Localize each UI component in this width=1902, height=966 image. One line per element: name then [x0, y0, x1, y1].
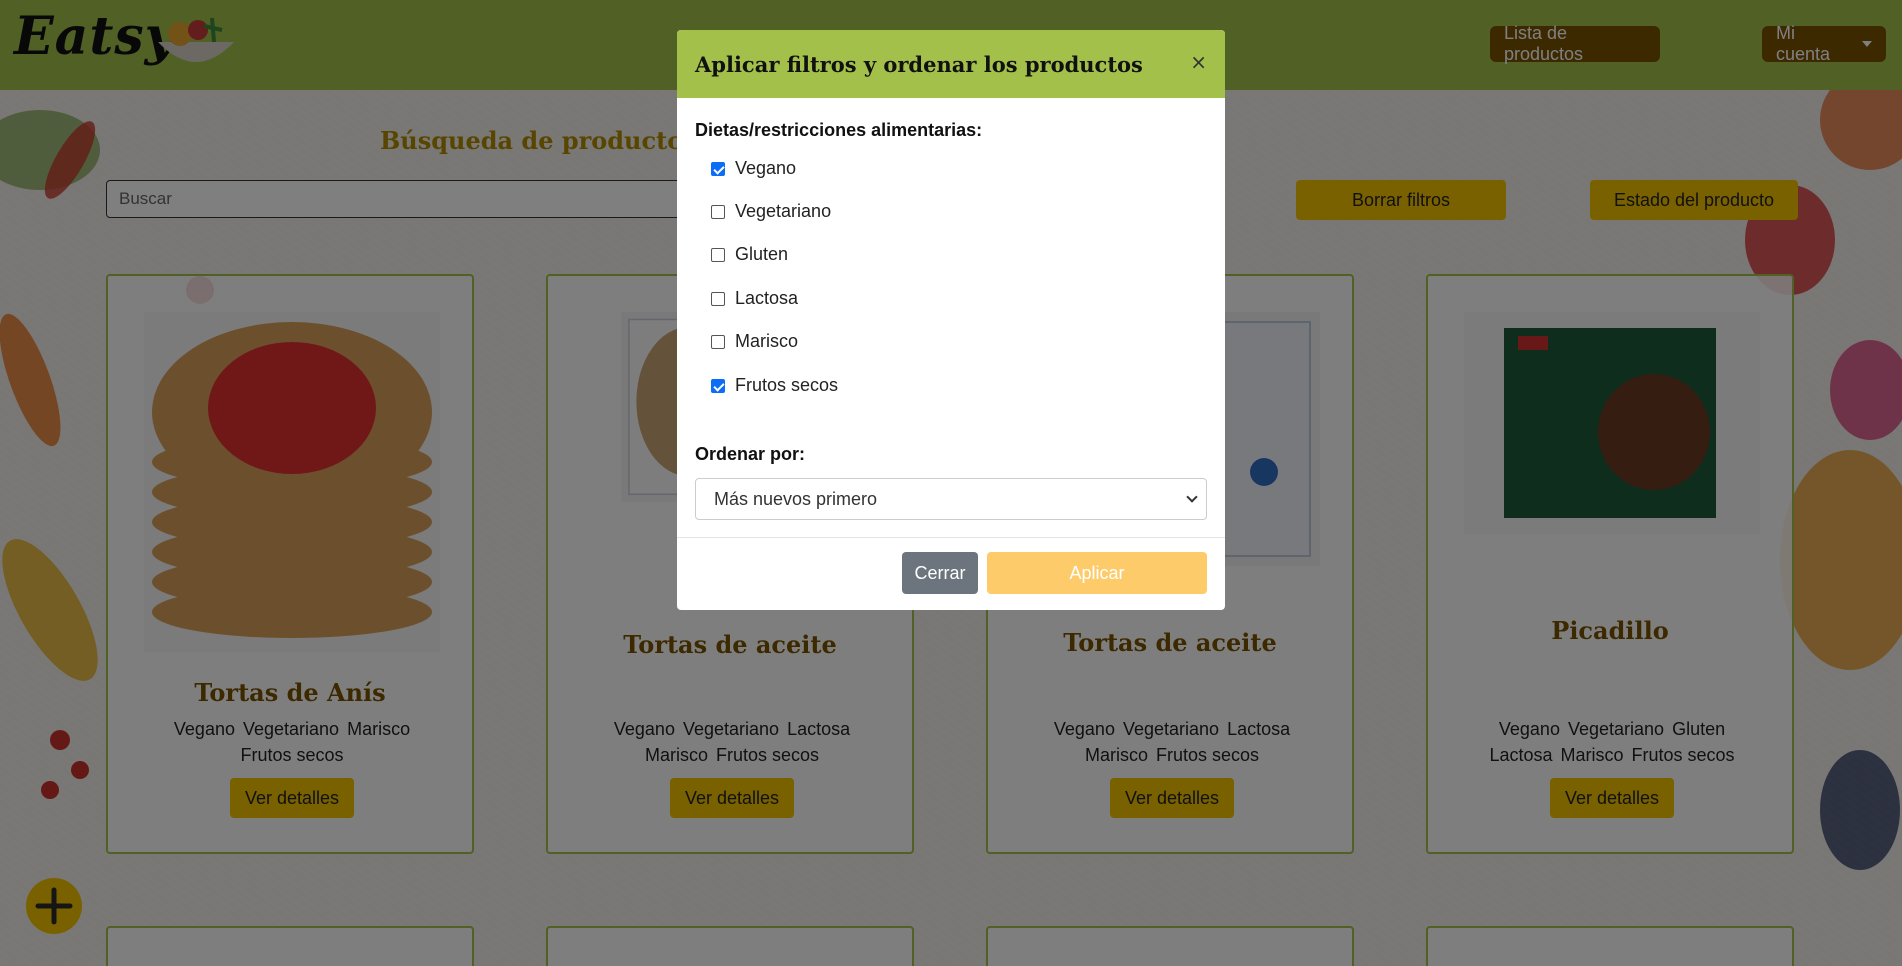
diet-option-lactosa[interactable]: Lactosa: [711, 288, 798, 309]
chevron-down-icon: [1186, 491, 1198, 503]
diet-option-gluten[interactable]: Gluten: [711, 244, 788, 265]
diet-option-label: Vegano: [735, 158, 797, 178]
diets-label: Dietas/restricciones alimentarias:: [695, 120, 983, 140]
divider: [677, 537, 1225, 538]
diet-option-frutos-secos[interactable]: Frutos secos: [711, 375, 838, 396]
filter-modal: Aplicar filtros y ordenar los productos …: [677, 30, 1225, 610]
order-select[interactable]: Más nuevos primero: [695, 478, 1207, 520]
diet-option-vegetariano[interactable]: Vegetariano: [711, 201, 831, 222]
order-label: Ordenar por:: [695, 444, 806, 464]
close-icon[interactable]: ×: [1190, 52, 1207, 72]
diet-option-label: Vegetariano: [735, 201, 832, 221]
checkbox[interactable]: [711, 334, 725, 349]
close-button[interactable]: Cerrar: [902, 552, 978, 594]
diet-option-label: Frutos secos: [735, 375, 839, 395]
checkbox[interactable]: [711, 204, 725, 219]
checkbox[interactable]: [711, 247, 725, 262]
diet-option-label: Gluten: [735, 244, 789, 264]
diet-option-label: Marisco: [735, 331, 799, 351]
checkbox[interactable]: [711, 291, 725, 306]
checkbox[interactable]: [711, 161, 725, 176]
diet-option-label: Lactosa: [735, 288, 799, 308]
diet-option-vegano[interactable]: Vegano: [711, 158, 796, 179]
order-select-value: Más nuevos primero: [714, 488, 878, 509]
checkbox[interactable]: [711, 378, 725, 393]
apply-button[interactable]: Aplicar: [987, 552, 1207, 594]
modal-title: Aplicar filtros y ordenar los productos: [695, 51, 1143, 77]
modal-header: Aplicar filtros y ordenar los productos …: [677, 30, 1225, 98]
diet-option-marisco[interactable]: Marisco: [711, 331, 798, 352]
